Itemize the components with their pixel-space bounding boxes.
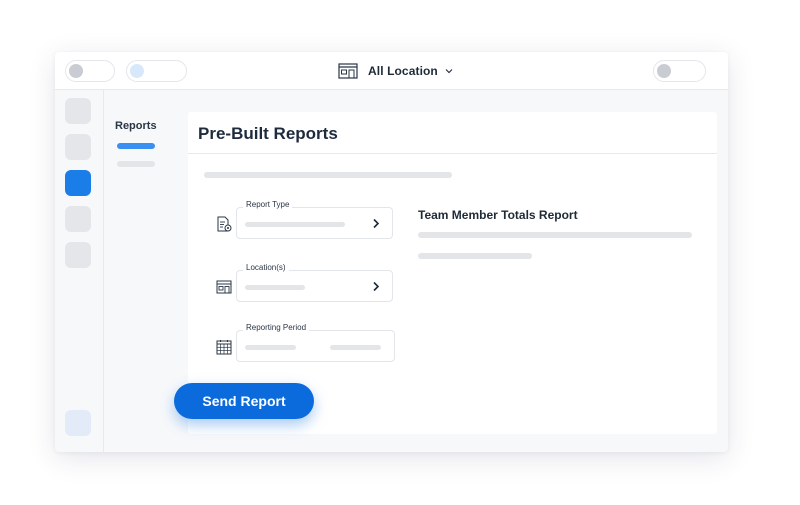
app-window: All Location Reports Pre-Built Reports R…: [55, 52, 728, 452]
report-preview-line-1: [418, 232, 692, 238]
subnav-title: Reports: [115, 120, 157, 132]
report-preview-title: Team Member Totals Report: [418, 208, 578, 222]
value-placeholder: [245, 285, 305, 290]
left-nav: [55, 90, 104, 452]
nav-item-5[interactable]: [65, 242, 91, 268]
nav-item-reports[interactable]: [65, 170, 91, 196]
top-bar: All Location: [55, 52, 728, 90]
nav-item-2[interactable]: [65, 134, 91, 160]
send-report-button[interactable]: Send Report: [174, 383, 314, 419]
reporting-period-label: Reporting Period: [243, 323, 310, 332]
page-title: Pre-Built Reports: [198, 124, 338, 143]
reporting-period-field[interactable]: Reporting Period: [236, 323, 395, 362]
report-preview-line-2: [418, 253, 532, 259]
store-icon: [216, 280, 232, 294]
subnav-item-active[interactable]: [117, 143, 155, 149]
locations-label: Location(s): [243, 263, 289, 272]
report-type-field[interactable]: Report Type: [236, 200, 393, 239]
start-date-placeholder[interactable]: [245, 345, 296, 350]
nav-item-bottom[interactable]: [65, 410, 91, 436]
description-placeholder: [204, 172, 452, 178]
chevron-right-icon[interactable]: [372, 281, 380, 292]
toggle-knob: [69, 64, 83, 78]
value-placeholder: [245, 222, 345, 227]
nav-item-1[interactable]: [65, 98, 91, 124]
nav-item-4[interactable]: [65, 206, 91, 232]
report-document-icon: [217, 216, 232, 232]
calendar-icon: [216, 340, 232, 355]
toggle-knob: [657, 64, 671, 78]
chevron-right-icon[interactable]: [372, 218, 380, 229]
location-label: All Location: [368, 64, 438, 78]
toggle-knob: [130, 64, 144, 78]
report-type-label: Report Type: [243, 200, 293, 209]
chevron-down-icon: [445, 69, 453, 74]
locations-field[interactable]: Location(s): [236, 263, 393, 302]
toggle-left[interactable]: [65, 60, 115, 82]
end-date-placeholder[interactable]: [330, 345, 381, 350]
toggle-right[interactable]: [653, 60, 706, 82]
divider: [188, 153, 717, 154]
subnav-item[interactable]: [117, 161, 155, 167]
store-icon: [338, 63, 358, 79]
toggle-left-2[interactable]: [126, 60, 187, 82]
location-selector[interactable]: All Location: [338, 61, 453, 81]
